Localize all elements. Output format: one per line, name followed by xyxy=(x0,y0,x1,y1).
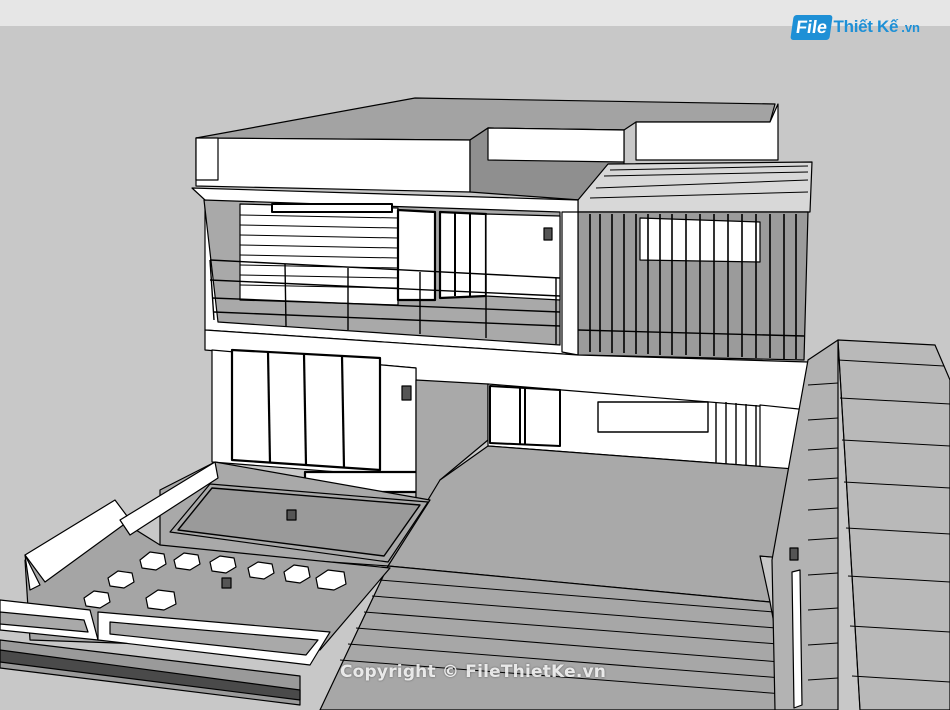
wall-light-ground xyxy=(401,385,412,401)
garden-lamp-2 xyxy=(221,577,232,589)
roof-parapet-side-left xyxy=(195,137,219,181)
upper-window-strip xyxy=(271,203,393,213)
brand-logo[interactable]: File Thiết Kế .vn xyxy=(789,10,920,44)
roof-inner-wall xyxy=(487,127,625,163)
pergola-column xyxy=(561,211,579,356)
logo-ext: .vn xyxy=(901,19,920,35)
upper-door-frame xyxy=(396,208,437,302)
garden-lamp-1 xyxy=(286,509,297,521)
ground-window-right xyxy=(597,401,709,433)
gate-post xyxy=(791,569,803,709)
copyright-watermark: Copyright © FileThietKe.vn xyxy=(340,662,607,682)
upper-glass-door xyxy=(438,210,488,300)
house-3d-model xyxy=(0,26,950,710)
upper-inner-wall xyxy=(239,203,399,306)
upper-right-wall xyxy=(485,213,561,301)
logo-text: Thiết Kế xyxy=(833,17,899,36)
gate-light xyxy=(789,547,799,561)
logo-box: File xyxy=(789,14,833,40)
wall-light xyxy=(543,227,553,241)
roof-parapet-front xyxy=(195,137,471,193)
